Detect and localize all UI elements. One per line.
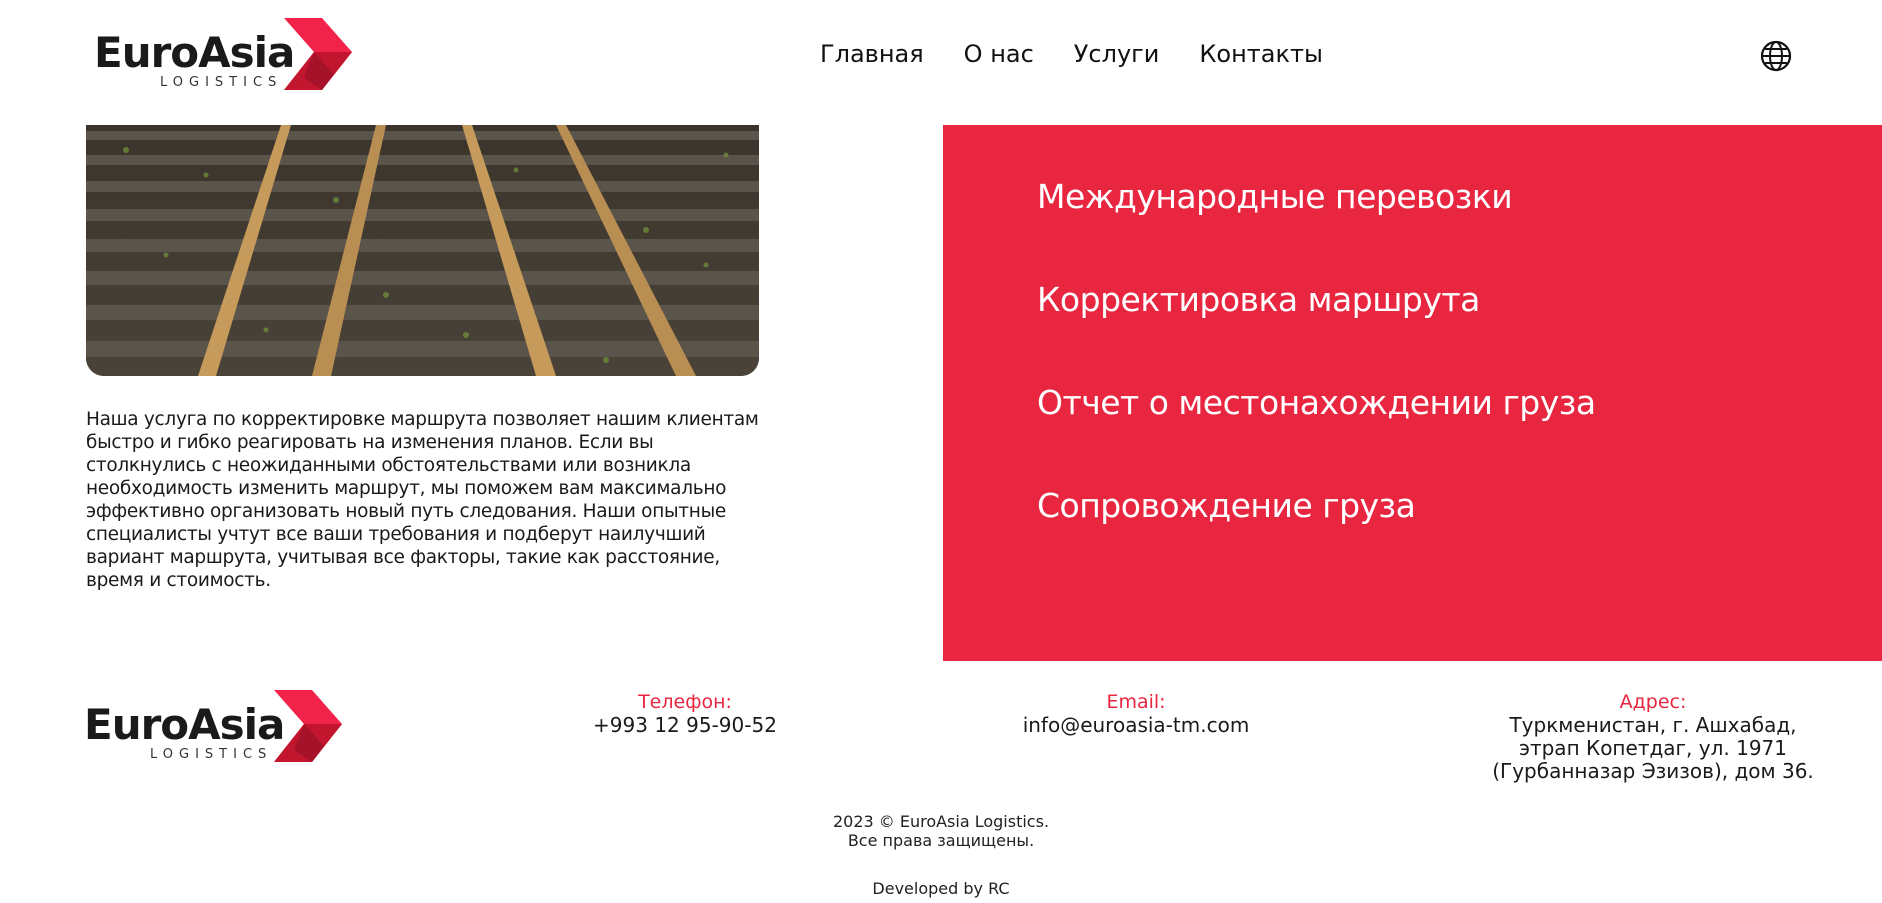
footer-logo[interactable]: EuroAsia LOGISTICS [84, 690, 344, 762]
description-line: быстро и гибко реагировать на изменения … [86, 432, 654, 453]
description-line: столкнулись с неожиданными обстоятельств… [86, 455, 691, 476]
description-line: время и стоимость. [86, 570, 271, 591]
description-line: Наша услуга по корректировке маршрута по… [86, 409, 759, 430]
chevron-arrow-icon [284, 18, 352, 90]
description-line: вариант маршрута, учитывая все факторы, … [86, 547, 720, 568]
description-line: специалисты учтут все ваши требования и … [86, 524, 706, 545]
email-link[interactable]: info@euroasia-tm.com [1000, 714, 1272, 737]
copyright: 2023 © EuroAsia Logistics. Все права защ… [0, 812, 1882, 850]
footer-address: Адрес: Туркменистан, г. Ашхабад, этрап К… [1490, 691, 1816, 783]
copyright-line: 2023 © EuroAsia Logistics. [832, 812, 1050, 831]
footer-logo-wordmark: EuroAsia [84, 700, 285, 749]
address-line: (Гурбанназар Эзизов), дом 36. [1492, 759, 1814, 783]
phone-link[interactable]: +993 12 95-90-52 [560, 714, 810, 737]
service-item-route-adjustment[interactable]: Корректировка маршрута [1037, 280, 1596, 383]
services-list: Международные перевозки Корректировка ма… [1037, 177, 1596, 589]
service-item-cargo-escort[interactable]: Сопровождение груза [1037, 486, 1596, 589]
developed-by[interactable]: Developed by RC [0, 879, 1882, 898]
site-header: EuroAsia LOGISTICS Главная О нас Услуги … [0, 0, 1882, 110]
services-panel: Международные перевозки Корректировка ма… [943, 125, 1882, 661]
service-item-cargo-location-report[interactable]: Отчет о местонахождении груза [1037, 383, 1596, 486]
address-line: Туркменистан, г. Ашхабад, [1509, 713, 1797, 737]
nav-services[interactable]: Услуги [1074, 40, 1160, 68]
phone-label: Телефон: [638, 691, 732, 713]
address-label: Адрес: [1619, 691, 1687, 713]
footer-logo-subtitle: LOGISTICS [150, 747, 273, 762]
main-nav: Главная О нас Услуги Контакты [820, 40, 1323, 68]
address-line: этрап Копетдаг, ул. 1971 [1518, 736, 1788, 760]
copyright-line: Все права защищены. [847, 831, 1035, 850]
service-description: Наша услуга по корректировке маршрута по… [86, 408, 766, 592]
nav-home[interactable]: Главная [820, 40, 924, 68]
logo[interactable]: EuroAsia LOGISTICS [94, 18, 354, 90]
railway-tracks-image [86, 125, 759, 376]
footer-phone: Телефон: +993 12 95-90-52 [560, 691, 810, 737]
description-line: эффективно организовать новый путь следо… [86, 501, 726, 522]
email-label: Email: [1106, 691, 1166, 713]
nav-contacts[interactable]: Контакты [1199, 40, 1323, 68]
service-item-international-shipping[interactable]: Международные перевозки [1037, 177, 1596, 280]
footer-email: Email: info@euroasia-tm.com [1000, 691, 1272, 737]
globe-icon[interactable] [1760, 40, 1792, 72]
chevron-arrow-icon [274, 690, 342, 762]
description-line: необходимость изменить маршрут, мы помож… [86, 478, 727, 499]
logo-subtitle: LOGISTICS [160, 75, 283, 90]
nav-about[interactable]: О нас [964, 40, 1034, 68]
logo-wordmark: EuroAsia [94, 28, 295, 77]
